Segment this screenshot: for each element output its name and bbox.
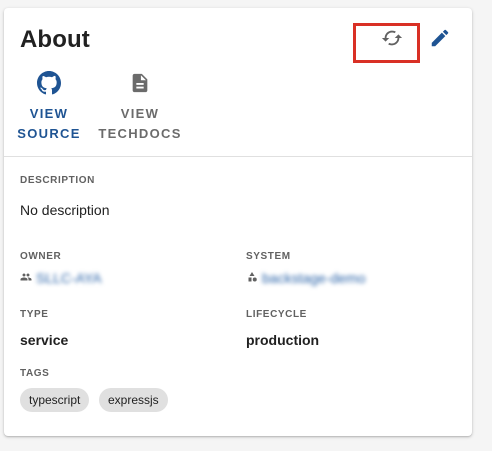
system-icon — [246, 270, 258, 286]
card-title: About — [20, 26, 90, 53]
refresh-icon — [381, 27, 403, 54]
github-icon — [37, 70, 61, 96]
type-value: service — [20, 332, 69, 348]
view-techdocs-label-line1: VIEW — [120, 106, 160, 121]
system-label: SYSTEM — [246, 251, 291, 262]
edit-button[interactable] — [422, 22, 458, 58]
view-source-link[interactable]: VIEW SOURCE — [17, 70, 81, 144]
type-label: TYPE — [20, 309, 49, 320]
lifecycle-value: production — [246, 332, 320, 348]
view-source-label-line2: SOURCE — [17, 126, 81, 141]
owner-link[interactable]: SLLC-AYA — [20, 270, 102, 286]
header-divider — [4, 156, 472, 157]
tag-chip-typescript[interactable]: typescript — [20, 388, 90, 412]
about-card-header: About VIEW SOURCE VIEW TECHDOCS — [4, 8, 472, 156]
view-source-label-line1: VIEW — [29, 106, 69, 121]
view-techdocs-label-line2: TECHDOCS — [98, 126, 182, 141]
lifecycle-label: LIFECYCLE — [246, 309, 307, 320]
refresh-button[interactable] — [374, 22, 410, 58]
system-value: backstage-demo — [262, 270, 366, 286]
pencil-icon — [429, 27, 451, 54]
view-techdocs-link[interactable]: VIEW TECHDOCS — [98, 70, 182, 144]
tag-chip-expressjs[interactable]: expressjs — [99, 388, 168, 412]
group-icon — [20, 270, 32, 286]
system-link[interactable]: backstage-demo — [246, 270, 366, 286]
owner-value: SLLC-AYA — [36, 270, 102, 286]
description-value: No description — [20, 202, 110, 218]
owner-label: OWNER — [20, 251, 62, 262]
document-icon — [129, 70, 151, 96]
tags-label: TAGS — [20, 368, 50, 379]
description-label: DESCRIPTION — [20, 175, 95, 186]
about-card: About VIEW SOURCE VIEW TECHDOCS DESCRIPT… — [4, 8, 472, 436]
